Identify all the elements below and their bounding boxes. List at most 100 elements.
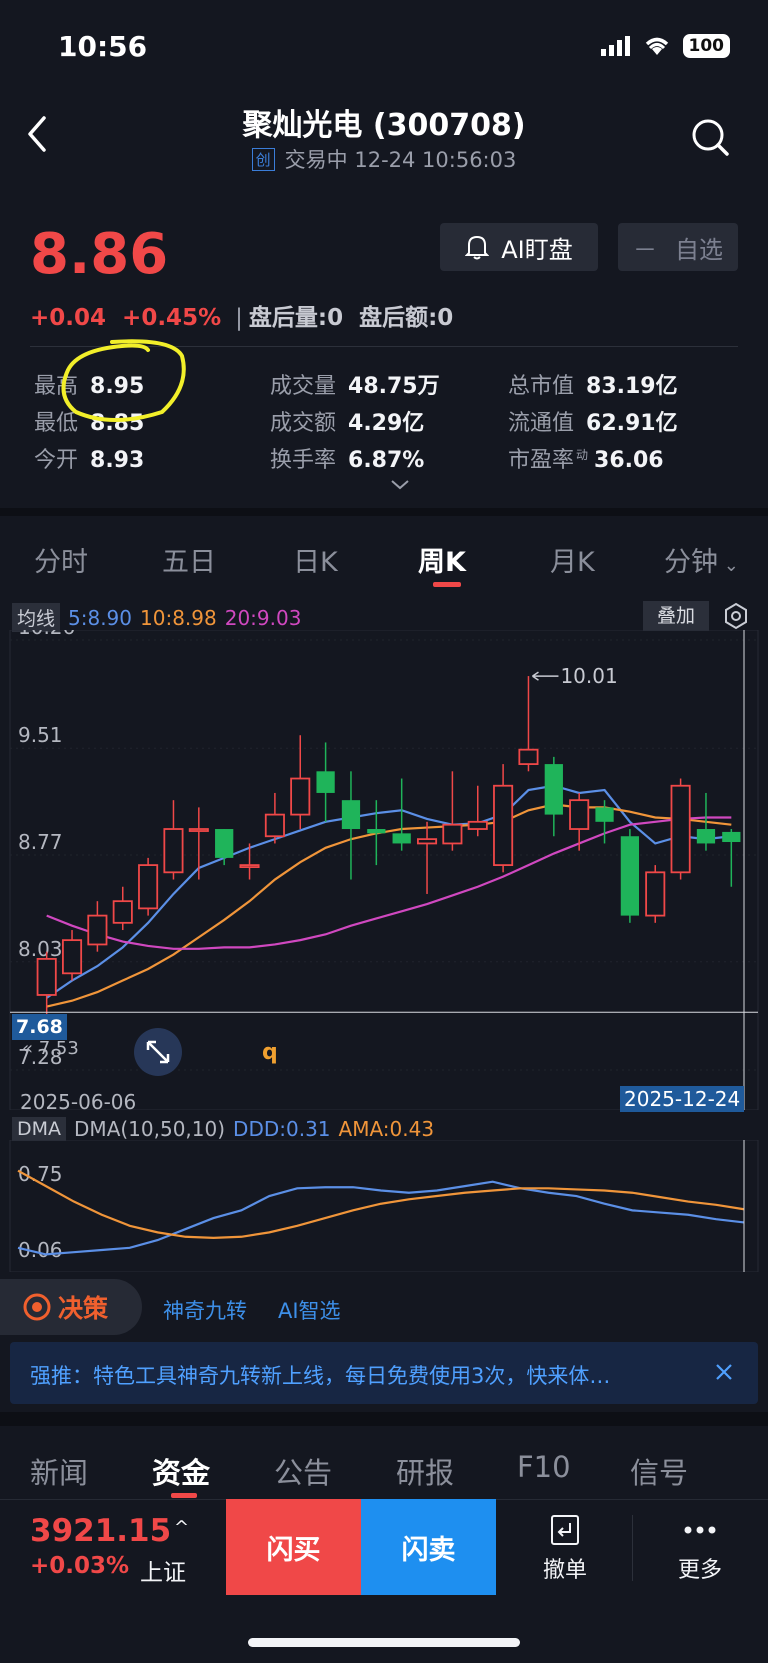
active-bottom-tab-indicator (171, 1493, 197, 1498)
tab-weekly-k[interactable]: 周K (418, 540, 466, 579)
highlight-annotation (61, 339, 186, 422)
cancel-order-icon (551, 1515, 579, 1545)
chevron-down-icon: ⌄ (718, 555, 739, 576)
expand-chevron-icon[interactable] (388, 478, 412, 492)
ma-label[interactable]: 均线 (12, 603, 61, 632)
candle-body (620, 836, 640, 916)
candle-body (87, 914, 108, 946)
overlay-button[interactable]: 叠加 (643, 601, 709, 631)
status-time: 10:56 (58, 30, 148, 63)
promo-text[interactable]: 强推：特色工具神奇九转新上线，每日免费使用3次，快来体… (30, 1360, 690, 1390)
candle-body (417, 838, 438, 845)
chevron-up-icon[interactable]: ^ (174, 1517, 189, 1538)
trade-status: 交易中 (284, 148, 348, 172)
signal-icon (600, 36, 630, 56)
tab-five-day[interactable]: 五日 (162, 540, 216, 579)
max-marker-arrow (532, 671, 559, 681)
trade-status-line: 创交易中 12-24 10:56:03 (0, 144, 768, 174)
kline-chart[interactable]: 10.269.518.778.037.2810.01 (0, 630, 768, 1110)
stat-market-cap: 总市值 83.19亿 (508, 374, 678, 399)
ma20-value: 20:9.03 (224, 605, 302, 630)
after-hours-volume: 盘后量:0 (248, 305, 344, 331)
tab-news[interactable]: 新闻 (30, 1450, 88, 1492)
candle-body (645, 871, 666, 917)
tab-minute[interactable]: 分钟 ⌄ (664, 540, 739, 579)
candle-body (112, 900, 133, 924)
tab-intraday[interactable]: 分时 (34, 540, 88, 579)
dma-params: DMA(10,50,10) (74, 1117, 226, 1141)
y-tick-label: 8.77 (18, 830, 63, 854)
dma-label[interactable]: DMA (12, 1117, 67, 1141)
more-dots-icon (684, 1526, 716, 1534)
decision-label: 决策 (58, 1294, 109, 1323)
candle-body (215, 829, 234, 858)
cancel-order-label: 撤单 (542, 1558, 587, 1583)
search-icon[interactable] (690, 117, 730, 157)
wifi-icon (645, 37, 668, 55)
expand-arrows-icon (146, 1040, 170, 1064)
after-hours-amount: 盘后额:0 (359, 305, 454, 331)
tab-monthly-k[interactable]: 月K (550, 540, 595, 579)
last-price: 8.86 (30, 222, 169, 287)
flash-buy-button[interactable]: 闪买 (226, 1499, 361, 1595)
stat-turnover: 换手率 6.87% (270, 448, 425, 473)
more-label: 更多 (677, 1558, 722, 1583)
tab-signals[interactable]: 信号 (630, 1450, 688, 1492)
index-value[interactable]: 3921.15 (30, 1513, 171, 1549)
tab-research[interactable]: 研报 (396, 1450, 454, 1492)
fullscreen-button[interactable] (134, 1028, 182, 1076)
max-marker-label: 10.01 (560, 664, 617, 688)
tab-announcements[interactable]: 公告 (274, 1450, 332, 1492)
cancel-order-button[interactable]: 撤单 (510, 1514, 620, 1584)
candle-body (544, 764, 563, 815)
candle-body (341, 800, 361, 830)
date-start: 2025-06-06 (20, 1090, 137, 1114)
q-mark: q (262, 1040, 278, 1065)
ddd-value: DDD:0.31 (233, 1117, 331, 1141)
stat-float-cap: 流通值 62.91亿 (508, 411, 678, 436)
tool-link-nine-turns[interactable]: 神奇九转 (163, 1295, 247, 1325)
y-tick-label: 8.03 (18, 937, 63, 961)
candle-body (670, 784, 691, 874)
tool-link-ai-select[interactable]: AI智选 (278, 1295, 341, 1325)
more-button[interactable]: 更多 (640, 1514, 760, 1584)
stock-title: 聚灿光电 (300708) (242, 108, 526, 143)
price-change: +0.04 (30, 305, 107, 331)
ma10-value: 10:8.98 (140, 605, 217, 630)
candle-body (188, 828, 209, 832)
home-indicator[interactable] (248, 1638, 520, 1647)
low-marker: « 7.53 (22, 1038, 79, 1059)
tab-daily-k[interactable]: 日K (293, 540, 338, 579)
flash-sell-button[interactable]: 闪卖 (361, 1499, 496, 1595)
y-tick-label: 9.51 (18, 723, 63, 747)
candle-body (569, 799, 590, 830)
stat-open: 今开 8.93 (34, 448, 145, 473)
chart-frame (9, 630, 759, 1110)
active-tab-indicator (433, 582, 461, 587)
ama-value: AMA:0.43 (338, 1117, 435, 1141)
dma-legend: DMA DMA(10,50,10) DDD:0.31 AMA:0.43 (12, 1117, 434, 1141)
candle-body (316, 771, 335, 793)
index-change: +0.03% (30, 1553, 130, 1579)
ma5-value: 5:8.90 (68, 605, 133, 630)
decision-button[interactable]: 决策 (0, 1279, 142, 1335)
settings-icon[interactable] (722, 602, 750, 630)
candle-body (518, 748, 539, 765)
candle-body (442, 823, 463, 845)
dma-frame (9, 1140, 759, 1272)
watchlist-label: 自选 (675, 235, 723, 264)
ai-watch-button[interactable]: AI盯盘 (440, 223, 598, 271)
tab-capital[interactable]: 资金 (152, 1450, 210, 1492)
stat-volume: 成交量 48.75万 (270, 374, 440, 399)
stat-amount: 成交额 4.29亿 (270, 411, 425, 436)
candle-body (595, 807, 614, 822)
dma-line-ama (17, 1169, 745, 1239)
bell-icon (465, 235, 490, 260)
price-change-pct: +0.45% (122, 305, 222, 331)
dma-chart[interactable]: 0.750.06 (0, 1140, 768, 1272)
watchlist-button[interactable]: － 自选 (618, 223, 738, 271)
minus-icon: － (633, 235, 657, 264)
close-icon[interactable] (712, 1360, 736, 1384)
tab-f10[interactable]: F10 (517, 1450, 571, 1484)
board-tag: 创 (251, 148, 275, 171)
